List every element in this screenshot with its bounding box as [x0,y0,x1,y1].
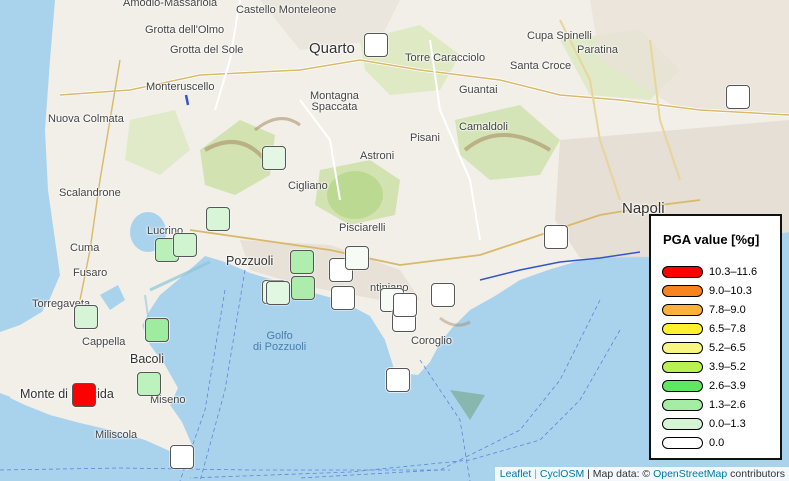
place-label: Pozzuoli [226,254,274,268]
legend-title: PGA value [%g] [663,232,760,247]
pga-station-marker[interactable] [145,318,169,342]
place-label: Pisani [410,132,440,144]
attribution-separator: | [534,468,537,480]
pga-station-marker[interactable] [74,305,98,329]
map-attribution: Leaflet | CyclOSM | Map data: © OpenStre… [494,467,789,481]
leaflet-link[interactable]: Leaflet [500,468,532,480]
pga-station-marker[interactable] [291,276,315,300]
place-label: Cigliano [288,180,328,192]
legend-item: 3.9–5.2 [662,357,780,376]
place-label: Scalandrone [59,187,121,199]
pga-station-marker[interactable] [262,146,286,170]
place-label: Fusaro [73,267,108,279]
legend-swatch [662,436,703,449]
legend-label: 2.6–3.9 [709,379,746,392]
pga-station-marker[interactable] [137,372,161,396]
place-label: Pisciarelli [339,222,386,234]
legend-label: 0.0–1.3 [709,417,746,430]
pga-station-marker[interactable] [170,445,194,469]
place-label: Amodio-Massariola [123,0,218,9]
map-view[interactable]: Amodio-Massariola Castello Monteleone Gr… [0,0,789,481]
legend-swatch [662,360,703,373]
legend-label: 10.3–11.6 [709,265,758,278]
place-label: Castello Monteleone [236,4,337,16]
place-label: Camaldoli [459,121,508,133]
place-label: Monte di Procida [20,387,114,401]
pga-station-marker[interactable] [206,207,230,231]
place-label: Bacoli [130,352,165,366]
legend-label: 0.0 [709,436,725,449]
legend-item: 1.3–2.6 [662,395,780,414]
place-label: Paratina [577,44,618,56]
legend-item: 0.0–1.3 [662,414,780,433]
sea-label: Golfo di Pozzuoli [253,330,307,353]
legend-label: 7.8–9.0 [709,303,746,316]
legend-item: 9.0–10.3 [662,281,780,300]
pga-station-marker[interactable] [72,383,96,407]
map-data-text: | Map data: © [587,468,651,480]
legend-swatch [662,398,703,411]
pga-legend: PGA value [%g] 10.3–11.6 9.0–10.3 7.8–9.0 6… [649,214,782,460]
pga-station-marker[interactable] [331,286,355,310]
place-label: Miseno [150,394,186,406]
cyclosm-link[interactable]: CyclOSM [540,468,584,480]
place-label: Santa Croce [510,60,572,72]
pga-station-marker[interactable] [393,293,417,317]
legend-item: 2.6–3.9 [662,376,780,395]
legend-item: 10.3–11.6 [662,262,780,281]
legend-label: 1.3–2.6 [709,398,746,411]
pga-station-marker[interactable] [173,233,197,257]
legend-item: 5.2–6.5 [662,338,780,357]
legend-swatch [662,284,703,297]
legend-swatch [662,303,703,316]
place-label: Guantai [459,84,498,96]
pga-station-marker[interactable] [345,246,369,270]
legend-swatch [662,341,703,354]
legend-items: 10.3–11.6 9.0–10.3 7.8–9.0 6.5–7.8 5.2–6.5 3.… [662,262,780,452]
legend-swatch [662,265,703,278]
place-label: Monteruscello [146,81,215,93]
legend-label: 3.9–5.2 [709,360,746,373]
pga-station-marker[interactable] [726,85,750,109]
legend-swatch [662,417,703,430]
legend-label: 9.0–10.3 [709,284,752,297]
place-label: Torre Caracciolo [405,52,486,64]
legend-item: 0.0 [662,433,780,452]
legend-swatch [662,379,703,392]
pga-station-marker[interactable] [364,33,388,57]
legend-swatch [662,322,703,335]
place-label: Cupa Spinelli [527,30,592,42]
pga-station-marker[interactable] [544,225,568,249]
legend-label: 5.2–6.5 [709,341,746,354]
pga-station-marker[interactable] [266,281,290,305]
place-label: Miliscola [95,429,138,441]
contributors-text: contributors [730,468,785,480]
place-label: Montagna Spaccata [310,90,359,113]
place-label: Grotta dell'Olmo [145,24,225,36]
place-label: Nuova Colmata [48,113,124,125]
place-label: Astroni [360,150,395,162]
place-label: Cuma [70,242,100,254]
openstreetmap-link[interactable]: OpenStreetMap [653,468,727,480]
place-label: Cappella [82,336,126,348]
place-label: Coroglio [411,335,452,347]
pga-station-marker[interactable] [290,250,314,274]
legend-item: 7.8–9.0 [662,300,780,319]
legend-label: 6.5–7.8 [709,322,746,335]
legend-item: 6.5–7.8 [662,319,780,338]
pga-station-marker[interactable] [386,368,410,392]
place-label: Quarto [309,40,355,57]
place-label: Grotta del Sole [170,44,244,56]
pga-station-marker[interactable] [431,283,455,307]
